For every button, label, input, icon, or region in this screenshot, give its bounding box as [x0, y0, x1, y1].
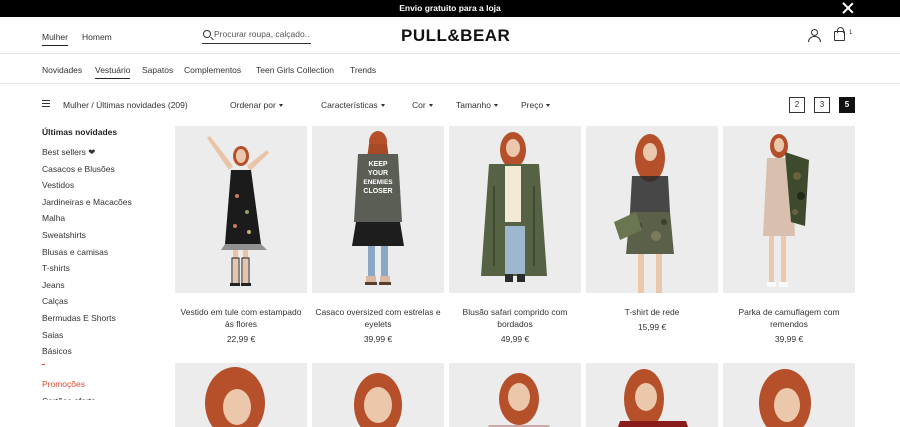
- category-complementos[interactable]: Complementos: [184, 65, 241, 75]
- category-trends[interactable]: Trends: [350, 65, 376, 75]
- bag-count: 1: [849, 30, 853, 36]
- price-dropdown[interactable]: Preço: [521, 100, 551, 110]
- sidebar-item-tshirts[interactable]: T-shirts: [42, 263, 70, 273]
- tab-homem[interactable]: Homem: [82, 32, 112, 42]
- model-oversized-jacket: KEEP YOUR ENEMIES CLOSER: [312, 126, 444, 293]
- svg-text:CLOSER: CLOSER: [363, 188, 392, 195]
- svg-text:YOUR: YOUR: [368, 170, 388, 177]
- grid-3-button[interactable]: 3: [814, 97, 830, 113]
- sidebar-item-vestidos[interactable]: Vestidos: [42, 180, 74, 190]
- grid-5-button[interactable]: 5: [839, 97, 855, 113]
- product-image[interactable]: [312, 363, 444, 427]
- product-name[interactable]: Casaco oversized com estrelas e eyelets: [312, 306, 444, 330]
- model-portrait: [449, 363, 581, 427]
- product-price: 15,99 €: [637, 322, 667, 332]
- sidebar-item-basicos[interactable]: Básicos: [42, 346, 72, 356]
- sort-dropdown[interactable]: Ordenar por: [230, 100, 283, 110]
- product-image[interactable]: [723, 126, 855, 293]
- category-sapatos[interactable]: Sapatos: [142, 65, 173, 75]
- product-price: 22,99 €: [226, 334, 256, 344]
- sidebar-item-best-sellers[interactable]: Best sellers ❤: [42, 147, 95, 158]
- category-vestuario[interactable]: Vestuário: [95, 65, 131, 79]
- product-image[interactable]: [175, 126, 307, 293]
- product-image[interactable]: [586, 363, 718, 427]
- sidebar-item-casacos[interactable]: Casacos e Blusões: [42, 164, 115, 174]
- breadcrumb[interactable]: Mulher / Últimas novidades (209): [63, 100, 188, 110]
- menu-icon[interactable]: [42, 100, 50, 107]
- model-portrait: [586, 363, 718, 427]
- sidebar-item-jeans[interactable]: Jeans: [42, 280, 65, 290]
- sidebar-item-sweatshirts[interactable]: Sweatshirts: [42, 230, 86, 240]
- product-image[interactable]: KEEP YOUR ENEMIES CLOSER: [312, 126, 444, 293]
- tab-mulher[interactable]: Mulher: [42, 32, 68, 46]
- product-name[interactable]: Vestido em tule com estampado às flores: [175, 306, 307, 330]
- color-label: Cor: [412, 100, 426, 110]
- site-header: Mulher Homem PULL&BEAR 1: [0, 17, 900, 54]
- sort-label: Ordenar por: [230, 100, 276, 110]
- grid-2-button[interactable]: 2: [789, 97, 805, 113]
- sidebar-item-jardineiras[interactable]: Jardineiras e Macacões: [42, 197, 132, 207]
- sidebar-item-malha[interactable]: Malha: [42, 213, 65, 223]
- divider: [42, 364, 45, 365]
- sidebar-item-calcas[interactable]: Calças: [42, 296, 68, 306]
- sidebar-item-cartoes[interactable]: Cartões oferta: [42, 395, 96, 400]
- svg-text:ENEMIES: ENEMIES: [363, 179, 393, 186]
- model-safari-jacket: [449, 126, 581, 293]
- brand-logo[interactable]: PULL&BEAR: [401, 26, 510, 46]
- sidebar-item-promocoes[interactable]: Promoções: [42, 379, 85, 389]
- model-portrait: [312, 363, 444, 427]
- product-image[interactable]: [723, 363, 855, 427]
- chevron-down-icon: [380, 104, 385, 108]
- close-icon[interactable]: [842, 2, 854, 14]
- features-dropdown[interactable]: Características: [321, 100, 385, 110]
- sidebar-title[interactable]: Últimas novidades: [42, 127, 117, 137]
- chevron-down-icon: [493, 104, 498, 108]
- search-input[interactable]: [214, 29, 310, 39]
- search-box[interactable]: [202, 28, 311, 44]
- shopping-bag-icon[interactable]: [834, 27, 845, 41]
- product-name[interactable]: T-shirt de rede: [586, 306, 718, 318]
- model-portrait: [723, 363, 855, 427]
- price-label: Preço: [521, 100, 544, 110]
- svg-text:KEEP: KEEP: [368, 161, 387, 168]
- model-floral-dress: [175, 126, 307, 293]
- promo-bar: Envio gratuito para a loja: [0, 0, 900, 17]
- product-image[interactable]: [586, 126, 718, 293]
- category-teen-girls[interactable]: Teen Girls Collection: [256, 65, 334, 75]
- chevron-down-icon: [428, 104, 433, 108]
- features-label: Características: [321, 100, 378, 110]
- product-image[interactable]: [449, 363, 581, 427]
- model-portrait: [175, 363, 307, 427]
- product-price: 49,99 €: [500, 334, 530, 344]
- model-camo-parka: [723, 126, 855, 293]
- model-mesh-tshirt: [586, 126, 718, 293]
- promo-text: Envio gratuito para a loja: [399, 3, 501, 13]
- product-image[interactable]: [175, 363, 307, 427]
- product-name[interactable]: Parka de camuflagem com remendos: [723, 306, 855, 330]
- color-dropdown[interactable]: Cor: [412, 100, 433, 110]
- user-icon[interactable]: [808, 29, 821, 42]
- sidebar-item-blusas[interactable]: Blusas e camisas: [42, 247, 108, 257]
- chevron-down-icon: [278, 104, 283, 108]
- product-price: 39,99 €: [774, 334, 804, 344]
- product-name[interactable]: Blusão safari comprido com bordados: [449, 306, 581, 330]
- search-icon[interactable]: [203, 30, 211, 38]
- category-nav: Novidades Vestuário Sapatos Complementos…: [0, 54, 900, 84]
- category-novidades[interactable]: Novidades: [42, 65, 82, 75]
- chevron-down-icon: [546, 104, 551, 108]
- size-label: Tamanho: [456, 100, 491, 110]
- sidebar-item-saias[interactable]: Saias: [42, 330, 63, 340]
- sidebar-item-bermudas[interactable]: Bermudas E Shorts: [42, 313, 116, 323]
- filter-toolbar: Mulher / Últimas novidades (209) Ordenar…: [0, 84, 900, 124]
- size-dropdown[interactable]: Tamanho: [456, 100, 498, 110]
- product-price: 39,99 €: [363, 334, 393, 344]
- product-image[interactable]: [449, 126, 581, 293]
